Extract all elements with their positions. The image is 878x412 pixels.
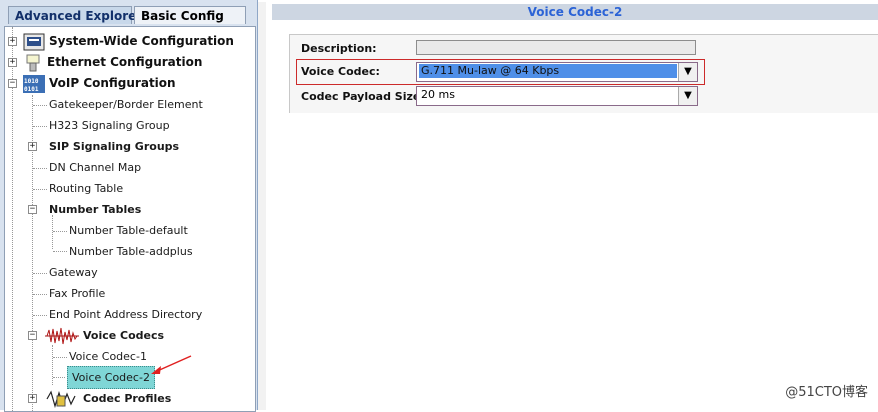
svg-text:0101: 0101	[24, 86, 39, 93]
tree-item-codec-profiles[interactable]: Codec Profiles	[45, 388, 171, 409]
tree-label-number-default: Number Table-default	[69, 224, 188, 237]
collapse-voip-icon[interactable]: −	[8, 79, 17, 88]
tree-item-voice-codec-2[interactable]: Voice Codec-2	[67, 366, 155, 389]
ethernet-icon	[26, 54, 40, 71]
annotation-arrow-icon	[151, 355, 192, 374]
description-label: Description:	[301, 42, 377, 55]
tree-item-gateway[interactable]: Gateway	[49, 262, 98, 283]
pane-splitter[interactable]	[258, 2, 266, 410]
tree-label-number-addplus: Number Table-addplus	[69, 245, 193, 258]
tree-item-fax[interactable]: Fax Profile	[49, 283, 105, 304]
tree-label-voice-codec-1: Voice Codec-1	[69, 350, 147, 363]
expand-system-wide-icon[interactable]: +	[8, 37, 17, 46]
expand-ethernet-icon[interactable]: +	[8, 58, 17, 67]
payload-size-label: Codec Payload Size:	[301, 90, 425, 103]
tree-item-dn-map[interactable]: DN Channel Map	[49, 157, 141, 178]
tree-label-sip-groups: SIP Signaling Groups	[49, 140, 180, 153]
tree-item-system-wide[interactable]: System-Wide Configuration	[23, 31, 234, 52]
tree-item-number-addplus[interactable]: Number Table-addplus	[69, 241, 193, 262]
tree-item-ethernet[interactable]: Ethernet Configuration	[23, 52, 202, 73]
tree-label-ethernet: Ethernet Configuration	[47, 55, 203, 69]
tree-label-voip: VoIP Configuration	[49, 76, 176, 90]
config-tree: + System-Wide Configuration + Ethernet C…	[4, 26, 256, 412]
chevron-down-icon[interactable]: ▼	[678, 63, 697, 81]
tab-basic-config[interactable]: Basic Config	[134, 6, 246, 24]
tree-item-voice-codecs[interactable]: Voice Codecs	[45, 325, 164, 346]
voice-codec-value: G.711 Mu-law @ 64 Kbps	[419, 64, 677, 78]
tree-item-number-default[interactable]: Number Table-default	[69, 220, 188, 241]
tree-item-voip[interactable]: 1010 0101 VoIP Configuration	[23, 73, 176, 94]
tree-label-fax: Fax Profile	[49, 287, 106, 300]
tree-item-endpoint[interactable]: End Point Address Directory	[49, 304, 202, 325]
detail-pane: Voice Codec-2 Description: Voice Codec: …	[270, 0, 878, 410]
codec-form: Description: Voice Codec: G.711 Mu-law @…	[289, 34, 878, 113]
computer-icon	[23, 33, 45, 50]
collapse-number-tables-icon[interactable]: −	[28, 205, 37, 214]
voice-codec-select[interactable]: G.711 Mu-law @ 64 Kbps ▼	[416, 62, 698, 82]
tree-item-voice-codec-1[interactable]: Voice Codec-1	[69, 346, 147, 367]
detail-header: Voice Codec-2	[272, 4, 878, 20]
chevron-down-icon[interactable]: ▼	[678, 87, 697, 105]
expand-codec-profiles-icon[interactable]: +	[28, 394, 37, 403]
navigation-pane: Advanced Explore Basic Config + System-W…	[0, 0, 258, 412]
payload-size-select[interactable]: 20 ms ▼	[416, 86, 698, 106]
tree-label-number-tables: Number Tables	[49, 203, 142, 216]
tree-item-routing[interactable]: Routing Table	[49, 178, 123, 199]
tree-item-h323[interactable]: H323 Signaling Group	[49, 115, 170, 136]
description-field[interactable]	[416, 40, 696, 55]
tree-item-gatekeeper[interactable]: Gatekeeper/Border Element	[49, 94, 203, 115]
tree-label-gateway: Gateway	[49, 266, 98, 279]
collapse-voice-codecs-icon[interactable]: −	[28, 331, 37, 340]
watermark: @51CTO博客	[785, 385, 868, 400]
tree-item-number-tables[interactable]: Number Tables	[49, 199, 141, 220]
expand-sip-icon[interactable]: +	[28, 142, 37, 151]
tree-label-dn-map: DN Channel Map	[49, 161, 142, 174]
tree-label-gatekeeper: Gatekeeper/Border Element	[49, 98, 203, 111]
tree-label-voice-codec-2: Voice Codec-2	[67, 366, 155, 389]
codec-profile-icon	[46, 389, 76, 408]
tree-label-voice-codecs: Voice Codecs	[83, 329, 165, 342]
tree-label-routing: Routing Table	[49, 182, 124, 195]
tree-label-h323: H323 Signaling Group	[49, 119, 170, 132]
tab-advanced-explore[interactable]: Advanced Explore	[8, 6, 136, 24]
tree-label-endpoint: End Point Address Directory	[49, 308, 203, 321]
waveform-icon	[45, 327, 79, 344]
voip-binary-icon: 1010 0101	[23, 74, 45, 93]
voice-codec-label: Voice Codec:	[301, 65, 380, 78]
tree-label-codec-profiles: Codec Profiles	[83, 392, 172, 405]
tree-label-system-wide: System-Wide Configuration	[49, 34, 234, 48]
tree-item-sip-groups[interactable]: SIP Signaling Groups	[49, 136, 179, 157]
svg-text:1010: 1010	[24, 78, 39, 85]
payload-size-value: 20 ms	[421, 88, 455, 101]
